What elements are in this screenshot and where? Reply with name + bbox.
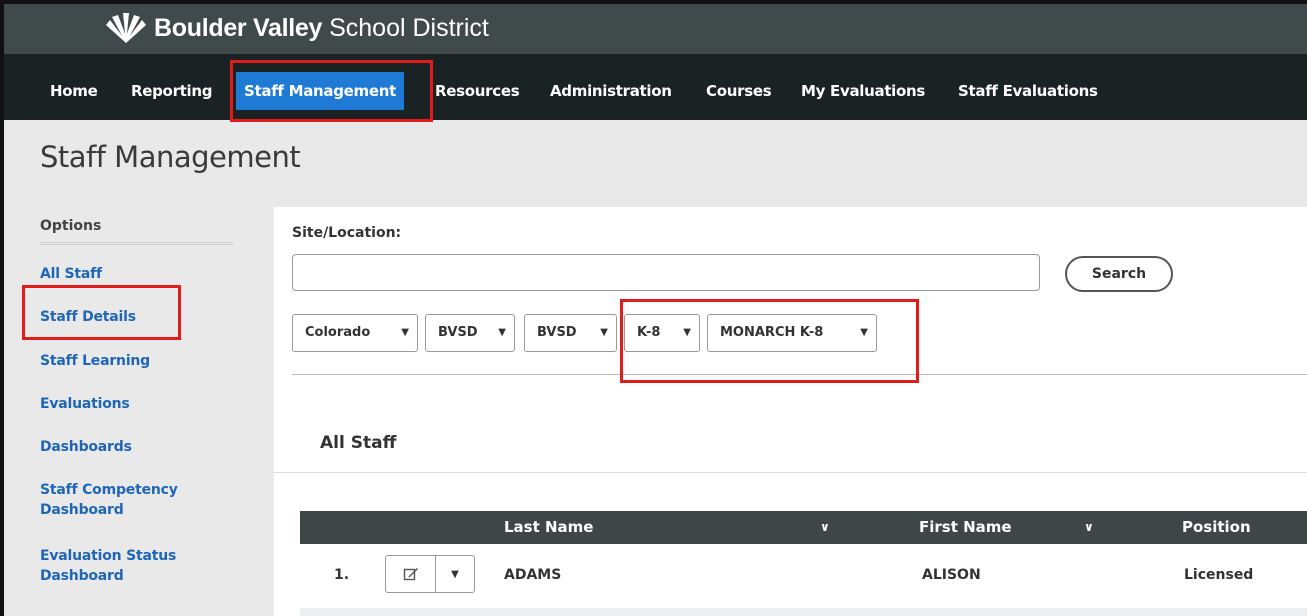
cell-first-name: ALISON	[922, 567, 981, 583]
nav-courses[interactable]: Courses	[706, 72, 772, 110]
cell-last-name: ADAMS	[504, 567, 562, 583]
col-position[interactable]: Position	[1182, 518, 1251, 536]
caret-down-icon: ▼	[600, 327, 608, 338]
col-last-name[interactable]: Last Name	[504, 518, 593, 536]
table-row	[300, 608, 1307, 616]
sidebar-item-dashboards[interactable]: Dashboards	[40, 437, 132, 457]
app-frame: Boulder Valley School District Home Repo…	[0, 0, 1307, 616]
row-action-group: ▼	[385, 555, 475, 593]
sidebar-item-evaluations[interactable]: Evaluations	[40, 394, 130, 414]
sidebar-item-evaluation-status-dashboard[interactable]: Evaluation Status Dashboard	[40, 546, 210, 586]
sidebar-item-all-staff[interactable]: All Staff	[40, 264, 102, 284]
dropdown-district-value: BVSD	[438, 325, 478, 340]
dropdown-organization-value: BVSD	[537, 325, 577, 340]
section-title: All Staff	[320, 433, 397, 453]
brand[interactable]: Boulder Valley School District	[104, 10, 489, 46]
nav-my-evaluations[interactable]: My Evaluations	[801, 72, 925, 110]
row-menu-dropdown[interactable]: ▼	[436, 556, 474, 592]
highlight-box	[230, 60, 433, 122]
dropdown-state-value: Colorado	[305, 325, 371, 340]
nav-home[interactable]: Home	[50, 72, 98, 110]
brand-title-rest: School District	[329, 13, 489, 42]
row-index: 1.	[334, 567, 350, 583]
chevron-down-icon[interactable]: ∨	[1084, 520, 1094, 534]
main-content: Site/Location: Search Colorado ▼ BVSD ▼ …	[274, 207, 1307, 616]
sidebar: Options All Staff Staff Details Staff Le…	[40, 218, 240, 584]
chevron-down-icon[interactable]: ∨	[820, 520, 830, 534]
caret-down-icon: ▼	[498, 327, 506, 338]
site-location-label: Site/Location:	[292, 225, 402, 241]
cell-position: Licensed	[1184, 567, 1254, 583]
nav-administration[interactable]: Administration	[550, 72, 672, 110]
page-title: Staff Management	[40, 140, 301, 174]
site-location-input[interactable]	[292, 254, 1040, 291]
highlight-box	[620, 299, 919, 383]
dropdown-organization[interactable]: BVSD ▼	[524, 314, 617, 352]
top-banner: Boulder Valley School District	[4, 4, 1307, 54]
leaf-logo-icon	[106, 13, 146, 43]
brand-title-bold: Boulder Valley	[154, 13, 323, 42]
table-row: 1. ▼ ADAMS ALISON Licensed	[300, 544, 1307, 608]
nav-staff-evaluations[interactable]: Staff Evaluations	[958, 72, 1098, 110]
dropdown-state[interactable]: Colorado ▼	[292, 314, 418, 352]
col-first-name[interactable]: First Name	[919, 518, 1012, 536]
sidebar-item-staff-learning[interactable]: Staff Learning	[40, 351, 150, 371]
edit-icon	[403, 568, 418, 581]
edit-button[interactable]	[386, 556, 436, 592]
dropdown-district[interactable]: BVSD ▼	[425, 314, 515, 352]
caret-down-icon: ▼	[401, 327, 409, 338]
table-header: Last Name ∨ First Name ∨ Position	[300, 511, 1307, 544]
caret-down-icon: ▼	[451, 568, 459, 580]
nav-resources[interactable]: Resources	[435, 72, 520, 110]
options-label: Options	[40, 218, 233, 245]
divider	[274, 472, 1307, 473]
highlight-box	[22, 285, 181, 340]
nav-reporting[interactable]: Reporting	[131, 72, 213, 110]
search-button[interactable]: Search	[1065, 256, 1173, 292]
main-nav: Home Reporting Staff Management Resource…	[4, 54, 1307, 120]
sidebar-item-staff-competency-dashboard[interactable]: Staff Competency Dashboard	[40, 480, 210, 520]
